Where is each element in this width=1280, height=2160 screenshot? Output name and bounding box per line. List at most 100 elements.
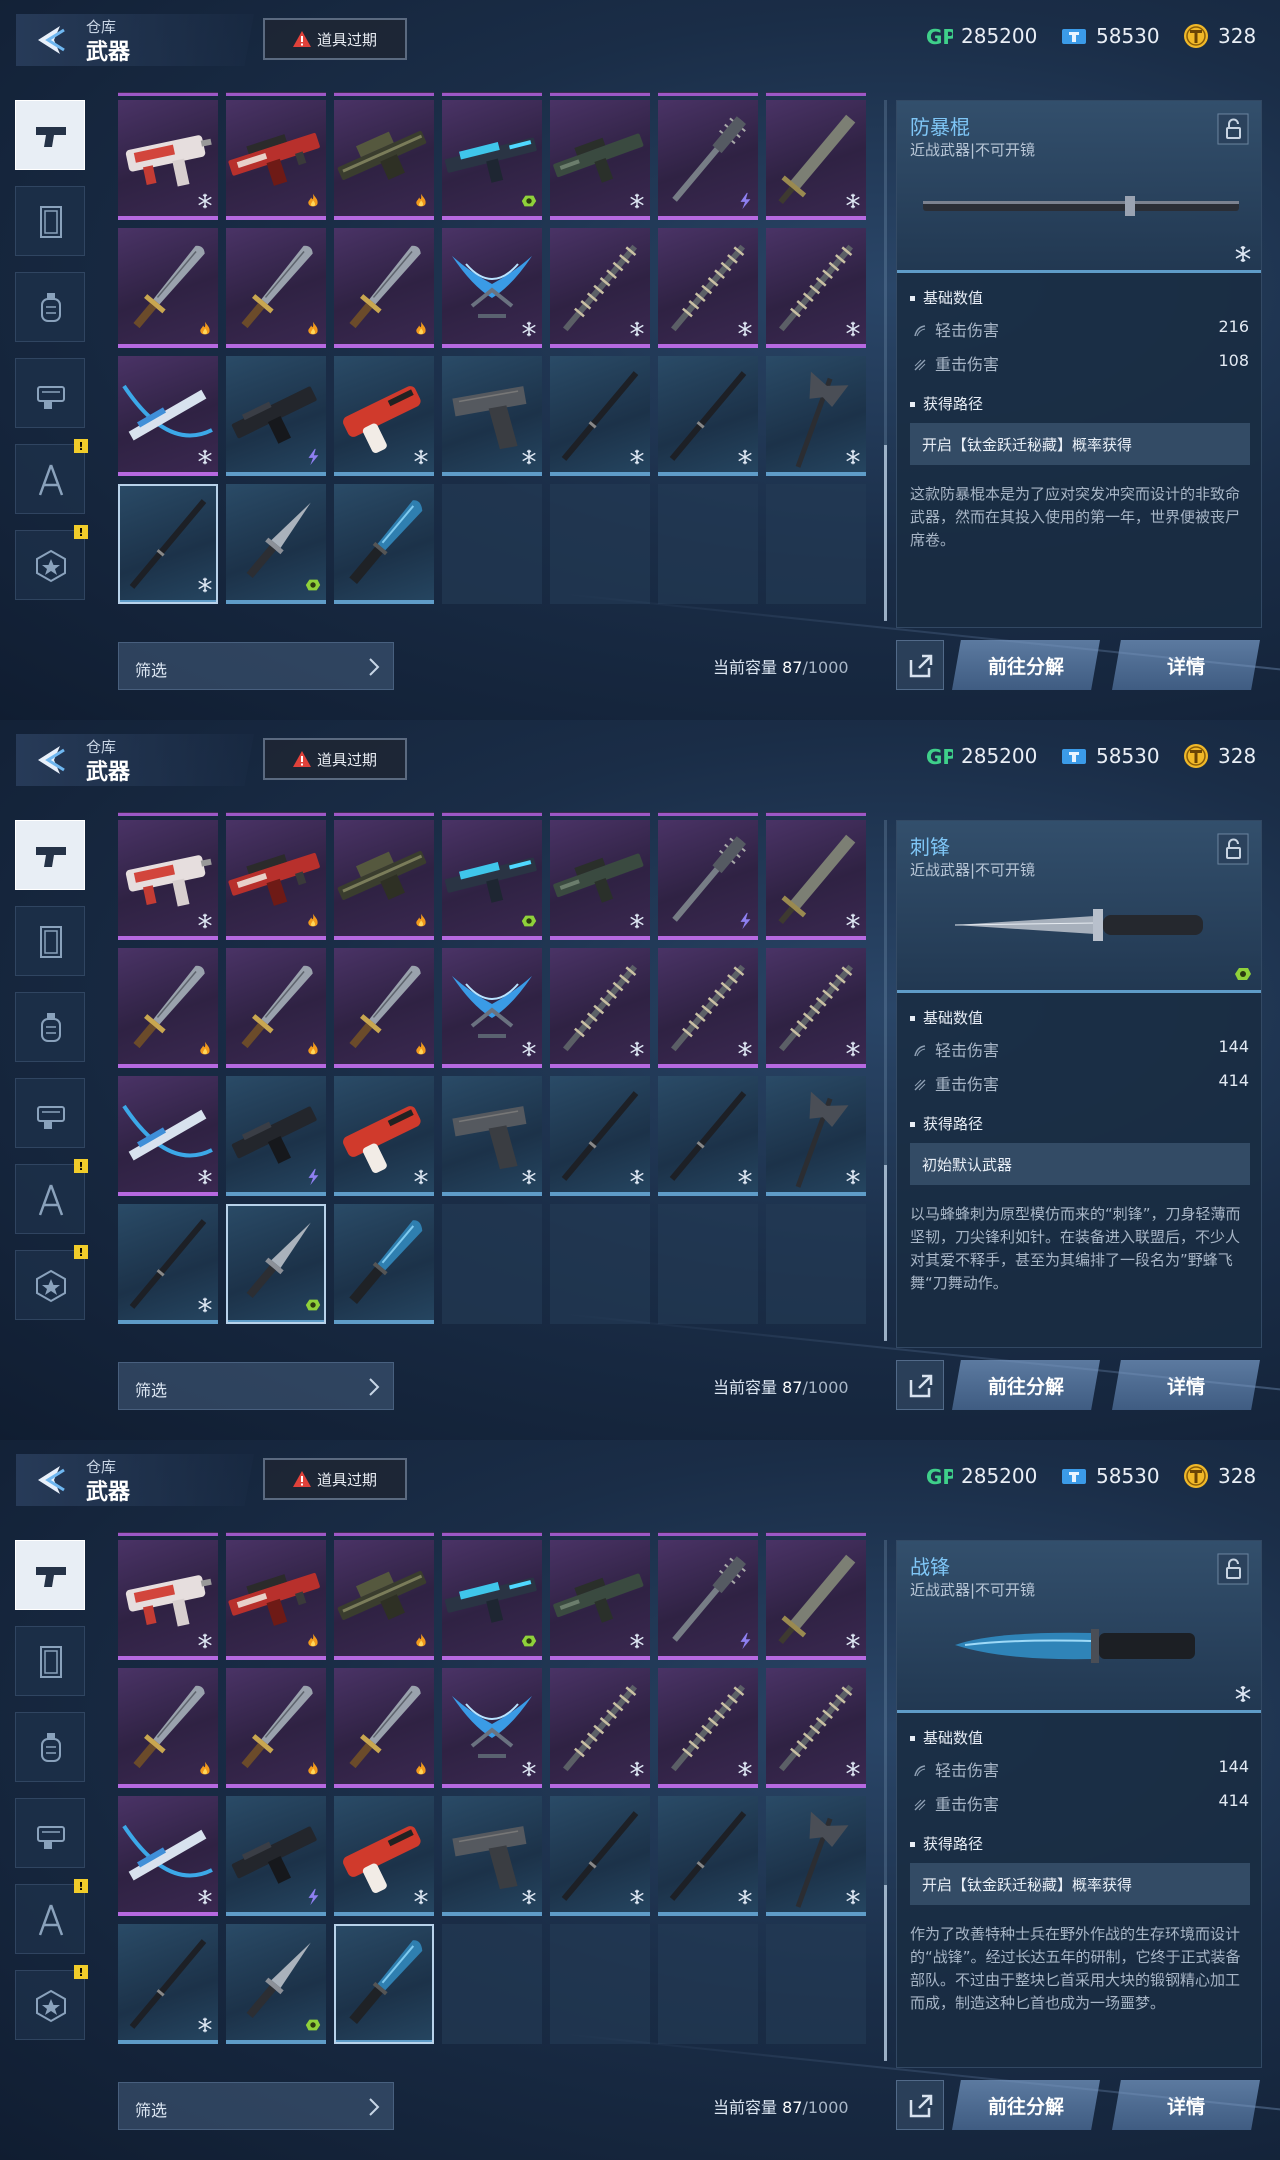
weapon-slot-baton[interactable] xyxy=(550,356,650,476)
weapon-slot-chain-rod[interactable] xyxy=(550,228,650,348)
weapon-slot-crossbow[interactable] xyxy=(118,1076,218,1196)
back-button[interactable]: 仓库 武器 xyxy=(16,734,254,786)
sidebar-tab-gear-equipment[interactable] xyxy=(15,1078,85,1148)
weapon-slot-baton[interactable] xyxy=(118,1204,218,1324)
weapon-slot-rifle-cyan[interactable] xyxy=(442,820,542,940)
sidebar-tab-grenade[interactable] xyxy=(15,1712,85,1782)
weapon-slot-rifle-dark[interactable] xyxy=(550,100,650,220)
weapon-slot-knife[interactable] xyxy=(334,1668,434,1788)
sidebar-tab-pistol[interactable] xyxy=(15,100,85,170)
weapon-slot-rifle-red[interactable] xyxy=(226,100,326,220)
weapon-slot-knife[interactable] xyxy=(334,948,434,1068)
share-button[interactable] xyxy=(896,2080,944,2130)
grid-scroll-thumb[interactable] xyxy=(884,1885,887,2061)
weapon-slot-baton[interactable] xyxy=(658,356,758,476)
sidebar-tab-pistol[interactable] xyxy=(15,820,85,890)
weapon-slot-lmg-camo[interactable] xyxy=(334,1540,434,1660)
weapon-slot-axe[interactable] xyxy=(766,356,866,476)
lock-icon[interactable] xyxy=(1217,1553,1249,1585)
expired-items-button[interactable]: 道具过期 xyxy=(263,1458,407,1500)
weapon-slot-combat-knife[interactable] xyxy=(334,1924,434,2044)
sidebar-tab-star-emblem[interactable]: ! xyxy=(15,1245,88,1320)
filter-button[interactable]: 筛选 xyxy=(118,642,394,690)
weapon-slot-stiletto[interactable] xyxy=(226,484,326,604)
weapon-slot-lmg-camo[interactable] xyxy=(334,820,434,940)
weapon-slot-greatsword[interactable] xyxy=(766,820,866,940)
details-button[interactable]: 详情 xyxy=(1112,2080,1260,2130)
weapon-slot-knife[interactable] xyxy=(226,948,326,1068)
weapon-slot-rifle-red[interactable] xyxy=(226,1540,326,1660)
weapon-slot-chain-rod[interactable] xyxy=(766,948,866,1068)
weapon-slot-knife[interactable] xyxy=(118,948,218,1068)
lock-icon[interactable] xyxy=(1217,833,1249,865)
weapon-slot-combat-knife[interactable] xyxy=(334,1204,434,1324)
weapon-slot-chain-rod[interactable] xyxy=(550,948,650,1068)
weapon-slot-dual-blades[interactable] xyxy=(442,228,542,348)
weapon-slot-baton[interactable] xyxy=(118,1924,218,2044)
share-button[interactable] xyxy=(896,640,944,690)
weapon-slot-greatsword[interactable] xyxy=(766,100,866,220)
weapon-slot-rifle-red[interactable] xyxy=(226,820,326,940)
weapon-slot-nailgun-red[interactable] xyxy=(334,356,434,476)
weapon-slot-knife[interactable] xyxy=(118,1668,218,1788)
share-button[interactable] xyxy=(896,1360,944,1410)
weapon-slot-knife[interactable] xyxy=(334,228,434,348)
weapon-slot-smg-black[interactable] xyxy=(226,1076,326,1196)
weapon-slot-pistol[interactable] xyxy=(442,356,542,476)
weapon-slot-chain-rod[interactable] xyxy=(658,1668,758,1788)
weapon-slot-spiked-club[interactable] xyxy=(658,820,758,940)
weapon-slot-knife[interactable] xyxy=(118,228,218,348)
weapon-slot-knife[interactable] xyxy=(226,1668,326,1788)
sidebar-tab-pistol[interactable] xyxy=(15,1540,85,1610)
sidebar-tab-tools[interactable]: ! xyxy=(15,439,88,514)
weapon-slot-baton[interactable] xyxy=(550,1076,650,1196)
weapon-slot-chain-rod[interactable] xyxy=(658,948,758,1068)
weapon-slot-baton[interactable] xyxy=(658,1076,758,1196)
sidebar-tab-card[interactable] xyxy=(15,906,85,976)
details-button[interactable]: 详情 xyxy=(1112,1360,1260,1410)
weapon-slot-spiked-club[interactable] xyxy=(658,100,758,220)
details-button[interactable]: 详情 xyxy=(1112,640,1260,690)
grid-scroll-thumb[interactable] xyxy=(884,1165,887,1341)
weapon-slot-pistol[interactable] xyxy=(442,1076,542,1196)
sidebar-tab-gear-equipment[interactable] xyxy=(15,358,85,428)
lock-icon[interactable] xyxy=(1217,113,1249,145)
grid-scroll-thumb[interactable] xyxy=(884,445,887,621)
sidebar-tab-card[interactable] xyxy=(15,1626,85,1696)
weapon-slot-combat-knife[interactable] xyxy=(334,484,434,604)
weapon-slot-rifle-cyan[interactable] xyxy=(442,100,542,220)
sidebar-tab-star-emblem[interactable]: ! xyxy=(15,525,88,600)
sidebar-tab-grenade[interactable] xyxy=(15,992,85,1062)
weapon-slot-spiked-club[interactable] xyxy=(658,1540,758,1660)
expired-items-button[interactable]: 道具过期 xyxy=(263,18,407,60)
sidebar-tab-tools[interactable]: ! xyxy=(15,1159,88,1234)
weapon-slot-nailgun-red[interactable] xyxy=(334,1796,434,1916)
weapon-slot-dual-blades[interactable] xyxy=(442,1668,542,1788)
decompose-button[interactable]: 前往分解 xyxy=(952,640,1100,690)
filter-button[interactable]: 筛选 xyxy=(118,1362,394,1410)
weapon-slot-stiletto[interactable] xyxy=(226,1924,326,2044)
weapon-slot-axe[interactable] xyxy=(766,1796,866,1916)
weapon-slot-smg-white[interactable] xyxy=(118,100,218,220)
weapon-slot-axe[interactable] xyxy=(766,1076,866,1196)
weapon-slot-smg-white[interactable] xyxy=(118,1540,218,1660)
sidebar-tab-tools[interactable]: ! xyxy=(15,1879,88,1954)
weapon-slot-baton[interactable] xyxy=(658,1796,758,1916)
weapon-slot-baton[interactable] xyxy=(550,1796,650,1916)
weapon-slot-rifle-dark[interactable] xyxy=(550,1540,650,1660)
weapon-slot-chain-rod[interactable] xyxy=(766,1668,866,1788)
decompose-button[interactable]: 前往分解 xyxy=(952,2080,1100,2130)
weapon-slot-greatsword[interactable] xyxy=(766,1540,866,1660)
weapon-slot-stiletto[interactable] xyxy=(226,1204,326,1324)
decompose-button[interactable]: 前往分解 xyxy=(952,1360,1100,1410)
weapon-slot-nailgun-red[interactable] xyxy=(334,1076,434,1196)
sidebar-tab-card[interactable] xyxy=(15,186,85,256)
back-button[interactable]: 仓库 武器 xyxy=(16,1454,254,1506)
weapon-slot-chain-rod[interactable] xyxy=(550,1668,650,1788)
weapon-slot-crossbow[interactable] xyxy=(118,356,218,476)
weapon-slot-knife[interactable] xyxy=(226,228,326,348)
sidebar-tab-grenade[interactable] xyxy=(15,272,85,342)
weapon-slot-rifle-dark[interactable] xyxy=(550,820,650,940)
filter-button[interactable]: 筛选 xyxy=(118,2082,394,2130)
sidebar-tab-star-emblem[interactable]: ! xyxy=(15,1965,88,2040)
